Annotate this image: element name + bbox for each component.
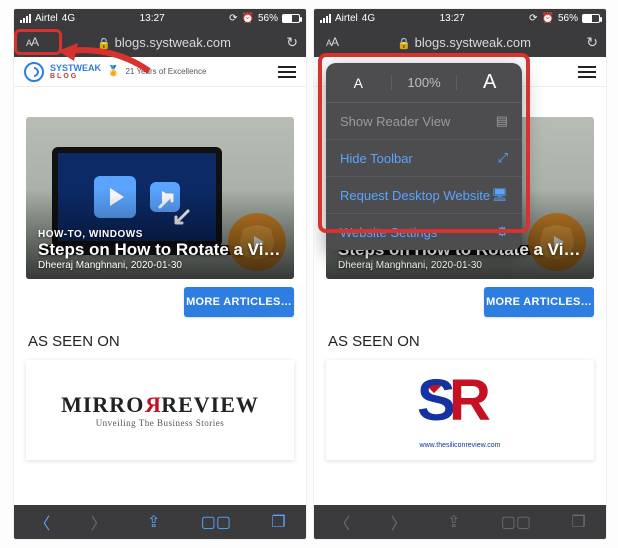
screenshot-right: Airtel 4G 13:27 ⟳ ⏰ 56% AA 🔒 blogs.systw… — [314, 9, 606, 539]
carrier-label: Airtel — [35, 13, 58, 24]
battery-icon — [282, 14, 300, 23]
article-card[interactable]: HOW-TO, WINDOWS Steps on How to Rotate a… — [26, 117, 294, 279]
status-bar: Airtel 4G 13:27 ⟳ ⏰ 56% — [314, 9, 606, 27]
as-seen-on-heading: AS SEEN ON — [314, 325, 606, 354]
website-settings-button[interactable]: Website Settings ⚙ — [326, 213, 522, 250]
more-articles-button[interactable]: MORE ARTICLES… — [484, 287, 594, 317]
bookmarks-button[interactable]: ▢▢ — [501, 512, 531, 532]
aa-popup-menu: A 100% A Show Reader View ▤ Hide Toolbar… — [326, 63, 522, 250]
signal-bars-icon — [20, 14, 31, 23]
article-categories[interactable]: HOW-TO, WINDOWS — [38, 229, 282, 240]
medal-icon: 🏅 — [107, 66, 119, 77]
more-articles-button[interactable]: MORE ARTICLES… — [184, 287, 294, 317]
back-button[interactable]: 〈 — [334, 510, 350, 534]
clock-label: 13:27 — [440, 13, 465, 24]
page-url[interactable]: blogs.systweak.com — [415, 35, 531, 50]
status-bar: Airtel 4G 13:27 ⟳ ⏰ 56% — [14, 9, 306, 27]
battery-icon — [582, 14, 600, 23]
lock-icon: 🔒 — [397, 38, 411, 50]
desktop-icon: 🖥 — [491, 187, 508, 203]
expand-icon: ⤢ — [498, 150, 508, 166]
page-url[interactable]: blogs.systweak.com — [115, 35, 231, 50]
orientation-lock-icon: ⟳ — [229, 13, 237, 24]
tabs-button[interactable]: ❐ — [271, 512, 285, 532]
alarm-icon: ⏰ — [242, 13, 254, 24]
article-byline: Dheeraj Manghnani, 2020-01-30 — [338, 260, 582, 271]
safari-bottom-toolbar: 〈 〉 ⇪ ▢▢ ❐ — [14, 505, 306, 539]
battery-pct: 56% — [258, 13, 278, 24]
share-button[interactable]: ⇪ — [147, 512, 160, 532]
zoom-level-label: 100% — [391, 75, 458, 90]
reload-button[interactable]: ↻ — [286, 34, 298, 51]
battery-pct: 56% — [558, 13, 578, 24]
show-reader-view-button[interactable]: Show Reader View ▤ — [326, 103, 522, 139]
alarm-icon: ⏰ — [542, 13, 554, 24]
forward-button[interactable]: 〉 — [391, 510, 407, 534]
request-desktop-button[interactable]: Request Desktop Website 🖥 — [326, 176, 522, 213]
carrier-label: Airtel — [335, 13, 358, 24]
hide-toolbar-button[interactable]: Hide Toolbar ⤢ — [326, 139, 522, 176]
tabs-button[interactable]: ❐ — [571, 512, 585, 532]
brand-label: SYSTWEAK BLOG — [50, 63, 101, 80]
press-logo-mirror-review: MIRRORREVIEW Unveiling The Business Stor… — [26, 360, 294, 460]
reader-icon: ▤ — [496, 113, 508, 129]
orientation-lock-icon: ⟳ — [529, 13, 537, 24]
clock-label: 13:27 — [140, 13, 165, 24]
hamburger-menu-button[interactable] — [278, 66, 296, 78]
text-larger-button[interactable]: A — [457, 71, 522, 94]
safari-url-bar: AA 🔒 blogs.systweak.com ↻ — [14, 27, 306, 57]
reload-button[interactable]: ↻ — [586, 34, 598, 51]
bookmarks-button[interactable]: ▢▢ — [201, 512, 231, 532]
aa-menu-button[interactable]: AA — [322, 33, 342, 51]
screenshot-left: Airtel 4G 13:27 ⟳ ⏰ 56% AA 🔒 blogs.systw… — [14, 9, 306, 539]
signal-bars-icon — [320, 14, 331, 23]
text-smaller-button[interactable]: A — [326, 75, 391, 91]
back-button[interactable]: 〈 — [34, 510, 50, 534]
safari-url-bar: AA 🔒 blogs.systweak.com ↻ — [314, 27, 606, 57]
hamburger-menu-button[interactable] — [578, 66, 596, 78]
share-button[interactable]: ⇪ — [447, 512, 460, 532]
article-title[interactable]: Steps on How to Rotate a Vide… — [38, 240, 282, 260]
gear-icon: ⚙ — [496, 224, 508, 240]
network-label: 4G — [62, 13, 75, 24]
systweak-logo-icon — [24, 62, 44, 82]
as-seen-on-heading: AS SEEN ON — [14, 325, 306, 354]
network-label: 4G — [362, 13, 375, 24]
article-byline: Dheeraj Manghnani, 2020-01-30 — [38, 260, 282, 271]
site-header: SYSTWEAK BLOG 🏅 21 Years of Excellence — [14, 57, 306, 87]
press-logo-silicon-review: SR www.thesiliconreview.com — [326, 360, 594, 460]
lock-icon: 🔒 — [97, 38, 111, 50]
aa-menu-button[interactable]: AA — [22, 33, 42, 51]
tagline-label: 21 Years of Excellence — [125, 67, 206, 76]
safari-bottom-toolbar: 〈 〉 ⇪ ▢▢ ❐ — [314, 505, 606, 539]
forward-button[interactable]: 〉 — [91, 510, 107, 534]
